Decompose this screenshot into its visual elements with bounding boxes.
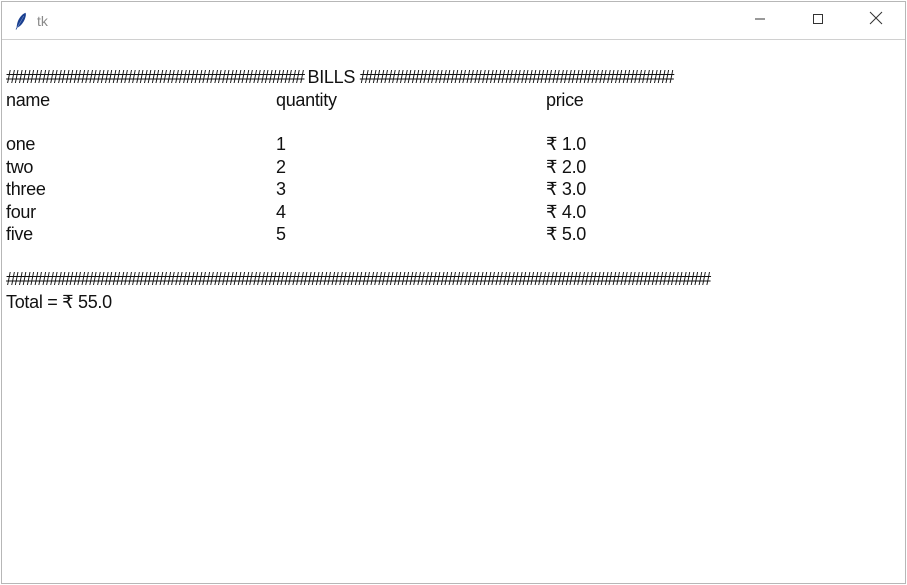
minimize-button[interactable]	[731, 2, 789, 39]
window-title: tk	[37, 13, 48, 29]
column-header-quantity: quantity	[276, 90, 337, 110]
table-row: one 1 ₹ 1.0	[6, 133, 886, 155]
table-row: four 4 ₹ 4.0	[6, 201, 886, 223]
table-row: five 5 ₹ 5.0	[6, 223, 886, 245]
footer-hashes: ########################################…	[6, 269, 711, 289]
bill-header: ###################################### B…	[6, 66, 675, 88]
table-row: three 3 ₹ 3.0	[6, 178, 886, 200]
row-name: three	[6, 179, 46, 199]
header-left-hashes: ######################################	[6, 67, 305, 87]
maximize-button[interactable]	[789, 2, 847, 39]
row-price: ₹ 1.0	[546, 134, 586, 154]
row-name: two	[6, 157, 34, 177]
tk-window: tk #####################################…	[1, 1, 906, 584]
close-icon	[869, 11, 883, 30]
close-button[interactable]	[847, 2, 905, 39]
bills-title: BILLS	[307, 67, 356, 87]
total-label: Total = ₹ 55.0	[6, 292, 112, 312]
row-quantity: 3	[276, 179, 286, 199]
column-headers: name quantity price	[6, 89, 886, 111]
row-name: five	[6, 224, 33, 244]
minimize-icon	[754, 12, 766, 30]
row-quantity: 1	[276, 134, 286, 154]
row-quantity: 4	[276, 202, 286, 222]
row-price: ₹ 4.0	[546, 202, 586, 222]
row-quantity: 2	[276, 157, 286, 177]
row-name: four	[6, 202, 36, 222]
maximize-icon	[812, 12, 824, 30]
row-price: ₹ 5.0	[546, 224, 586, 244]
row-quantity: 5	[276, 224, 286, 244]
header-right-hashes: ########################################	[359, 67, 675, 87]
row-price: ₹ 2.0	[546, 157, 586, 177]
title-bar[interactable]: tk	[2, 2, 905, 40]
row-name: one	[6, 134, 36, 154]
table-row: two 2 ₹ 2.0	[6, 156, 886, 178]
column-header-price: price	[546, 90, 584, 110]
column-header-name: name	[6, 90, 50, 110]
feather-icon	[14, 12, 28, 30]
row-price: ₹ 3.0	[546, 179, 586, 199]
